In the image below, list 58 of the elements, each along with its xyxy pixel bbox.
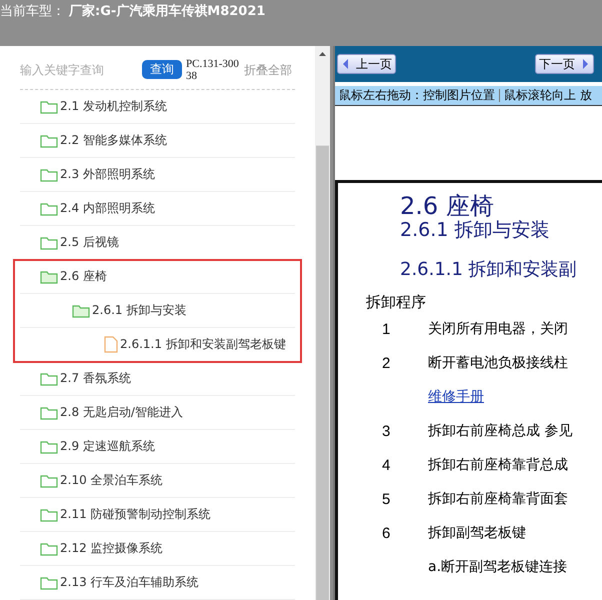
folder-icon (40, 270, 58, 284)
folder-icon (40, 202, 58, 216)
tree-item[interactable]: 2.3 外部照明系统 (60, 166, 155, 183)
tree-item[interactable]: 2.5 后视镜 (60, 234, 119, 251)
folder-icon (40, 406, 58, 420)
hint-text: 鼠标左右拖动：控制图片位置 (339, 87, 495, 104)
folder-icon (40, 576, 58, 590)
next-page-button[interactable]: 下一页 (535, 54, 594, 74)
step-number: 1 (381, 320, 392, 338)
tree-item[interactable]: 2.2 智能多媒体系统 (60, 132, 167, 149)
step-text: 拆卸右前座椅总成 参见 (428, 422, 572, 440)
step-number: 3 (381, 422, 392, 440)
step-text: 关闭所有用电器，关闭 (428, 320, 568, 338)
tree-item[interactable]: 2.4 内部照明系统 (60, 200, 155, 217)
step-text: 拆卸右前座椅靠背面套 (428, 490, 568, 508)
folder-icon (40, 236, 58, 250)
arrow-right-icon (581, 58, 590, 70)
tree-item[interactable]: 2.8 无匙启动/智能进入 (60, 404, 183, 421)
step-number: 6 (381, 524, 392, 542)
model-value: 厂家:G-广汽乘用车传祺M82021 (69, 2, 266, 20)
hint-text: 鼠标滚轮向上 放 (504, 87, 592, 104)
folder-icon (40, 440, 58, 454)
tree-item[interactable]: 2.6.1 拆卸与安装 (92, 302, 186, 319)
previous-page-button[interactable]: 上一页 (337, 54, 396, 74)
folder-icon (40, 542, 58, 556)
tree-item[interactable]: 2.6 座椅 (60, 268, 107, 285)
tree-item[interactable]: 2.10 全景泊车系统 (60, 472, 163, 489)
step-number: 4 (381, 456, 392, 474)
substep-text: a.断开副驾老板键连接 (428, 558, 568, 576)
model-label: 当前车型： (0, 3, 65, 20)
section-heading: 2.6.1.1 拆卸和安装副 (400, 258, 578, 281)
step-number: 2 (381, 354, 392, 372)
tree-item[interactable]: 2.12 监控摄像系统 (60, 540, 163, 557)
tree-item[interactable]: 2.1 发动机控制系统 (60, 98, 167, 115)
procedure-heading: 拆卸程序 (366, 293, 427, 312)
step-text: 拆卸副驾老板键 (428, 524, 526, 542)
folder-icon (40, 508, 58, 522)
folder-icon (40, 134, 58, 148)
folder-icon (40, 474, 58, 488)
folder-icon (40, 168, 58, 182)
folder-icon (40, 372, 58, 386)
document-title: 2.6 座椅 (400, 193, 495, 219)
document-code: PC.131-30038 (186, 58, 240, 82)
step-text: 断开蓄电池负极接线柱 (428, 354, 568, 372)
folder-icon (72, 304, 90, 318)
tree-item[interactable]: 2.6.1.1 拆卸和安装副驾老板键 (120, 336, 286, 353)
document-icon (104, 336, 118, 353)
manual-link[interactable]: 维修手册 (428, 388, 484, 406)
tree-item[interactable]: 2.7 香氛系统 (60, 370, 131, 387)
tree-item[interactable]: 2.9 定速巡航系统 (60, 438, 155, 455)
tree-item[interactable]: 2.11 防碰预警制动控制系统 (60, 506, 211, 523)
arrow-left-icon (341, 58, 350, 70)
folder-icon (40, 100, 58, 114)
query-button[interactable]: 查询 (142, 60, 182, 79)
step-number: 5 (381, 490, 392, 508)
tree-item[interactable]: 2.13 行车及泊车辅助系统 (60, 574, 199, 591)
step-text: 拆卸右前座椅靠背总成 (428, 456, 568, 474)
document-subtitle: 2.6.1 拆卸与安装 (400, 219, 550, 241)
